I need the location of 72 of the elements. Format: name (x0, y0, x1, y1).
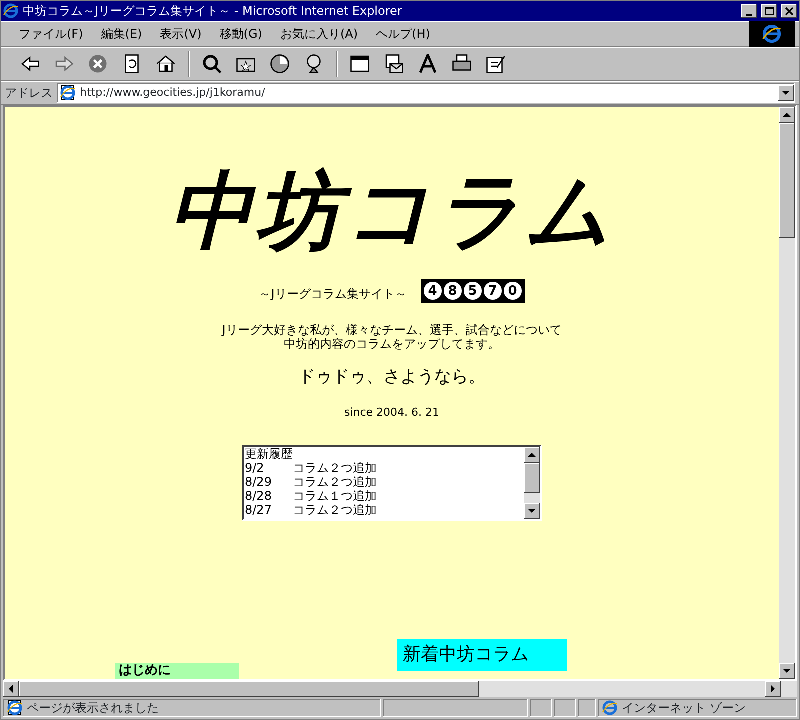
page-icon (60, 85, 76, 101)
subtitle: ～Jリーグコラム集サイト～ (259, 286, 407, 304)
ie-logo-icon (749, 21, 795, 47)
headline: ドゥドゥ、さようなら。 (298, 366, 486, 390)
caret-down-icon (783, 668, 791, 674)
maximize-icon (763, 6, 775, 16)
dropdown-button[interactable] (778, 85, 794, 101)
refresh-icon (122, 54, 142, 74)
caret-up-icon (783, 112, 791, 118)
close-icon (783, 6, 795, 16)
scroll-up-button[interactable] (524, 447, 540, 464)
window-title: 中坊コラム～Jリーグコラム集サイト～ - Microsoft Internet Explorer (23, 3, 404, 20)
forward-arrow-icon (54, 54, 74, 74)
search-icon (202, 54, 222, 74)
menu-item[interactable]: 編集(E) (93, 23, 150, 45)
section-heading: 新着中坊コラム (397, 639, 567, 671)
list-date: 9/2 (245, 461, 266, 476)
since-date: since 2004. 6. 21 (344, 404, 440, 421)
counter-digit: 5 (464, 282, 482, 300)
scroll-left-button[interactable] (3, 681, 19, 697)
intro-text: Jリーグ大好きな私が、様々なチーム、選手、試合などについて 中坊的内容のコラムをアップしてます。 (222, 323, 562, 352)
list-text: コラム２つ追加 (293, 461, 377, 476)
globe-icon (602, 700, 618, 716)
list-text: コラム２つ追加 (293, 475, 377, 490)
counter-digit: 8 (444, 282, 462, 300)
list-text: コラム１つ追加 (293, 489, 377, 504)
window-icon (350, 54, 370, 74)
satellite-dish-icon (304, 54, 324, 74)
menu-item[interactable]: お気に入り(A) (272, 23, 366, 45)
address-field[interactable]: http://www.geocities.jp/j1koramu/ (57, 83, 795, 103)
scroll-down-button[interactable] (779, 663, 795, 679)
ie-icon (3, 3, 19, 19)
menu-item[interactable]: ヘルプ(H) (368, 23, 438, 45)
close-button[interactable] (781, 4, 797, 18)
address-label: アドレス (5, 85, 53, 102)
font-letter-icon (418, 54, 438, 74)
counter-digit: 4 (424, 282, 442, 300)
section-heading: はじめに (115, 663, 239, 679)
stop-icon (88, 54, 108, 74)
history-icon (270, 54, 290, 74)
zone-text: インターネット ゾーン (622, 700, 746, 717)
counter-digit: 0 (504, 282, 522, 300)
list-title: 更新履歴 (245, 447, 294, 462)
update-history-list[interactable]: 更新履歴 9/2 コラム２つ追加 8/29 コラム２つ追加 8/28 コラム１つ追加 8/27 コラム２つ追加 (242, 445, 542, 522)
caret-left-icon (8, 685, 14, 693)
list-text: コラム２つ追加 (293, 503, 377, 518)
status-message: ページが表示されました (27, 700, 159, 717)
address-url: http://www.geocities.jp/j1koramu/ (80, 84, 266, 101)
menu-item[interactable]: 表示(V) (152, 23, 210, 45)
notepad-pencil-icon (486, 54, 506, 74)
menu-item[interactable]: ファイル(F) (11, 23, 92, 45)
logo-text: 中坊コラム (169, 165, 615, 258)
home-icon (156, 54, 176, 74)
caret-down-icon (528, 508, 536, 514)
caret-right-icon (770, 685, 776, 693)
back-arrow-icon (20, 54, 40, 74)
mail-icon (384, 54, 404, 74)
list-date: 8/29 (245, 475, 273, 490)
menu-item[interactable]: 移動(G) (212, 23, 270, 45)
scroll-down-button[interactable] (524, 503, 540, 520)
minimize-button[interactable] (741, 4, 757, 18)
printer-icon (452, 54, 472, 74)
counter-digit: 7 (484, 282, 502, 300)
maximize-button[interactable] (761, 4, 777, 18)
minimize-icon (746, 14, 752, 16)
list-date: 8/27 (245, 503, 273, 518)
scroll-up-button[interactable] (779, 107, 795, 123)
list-date: 8/28 (245, 489, 273, 504)
caret-up-icon (528, 452, 536, 458)
caret-down-icon (782, 90, 790, 96)
page-icon (7, 700, 23, 716)
scroll-right-button[interactable] (765, 681, 781, 697)
